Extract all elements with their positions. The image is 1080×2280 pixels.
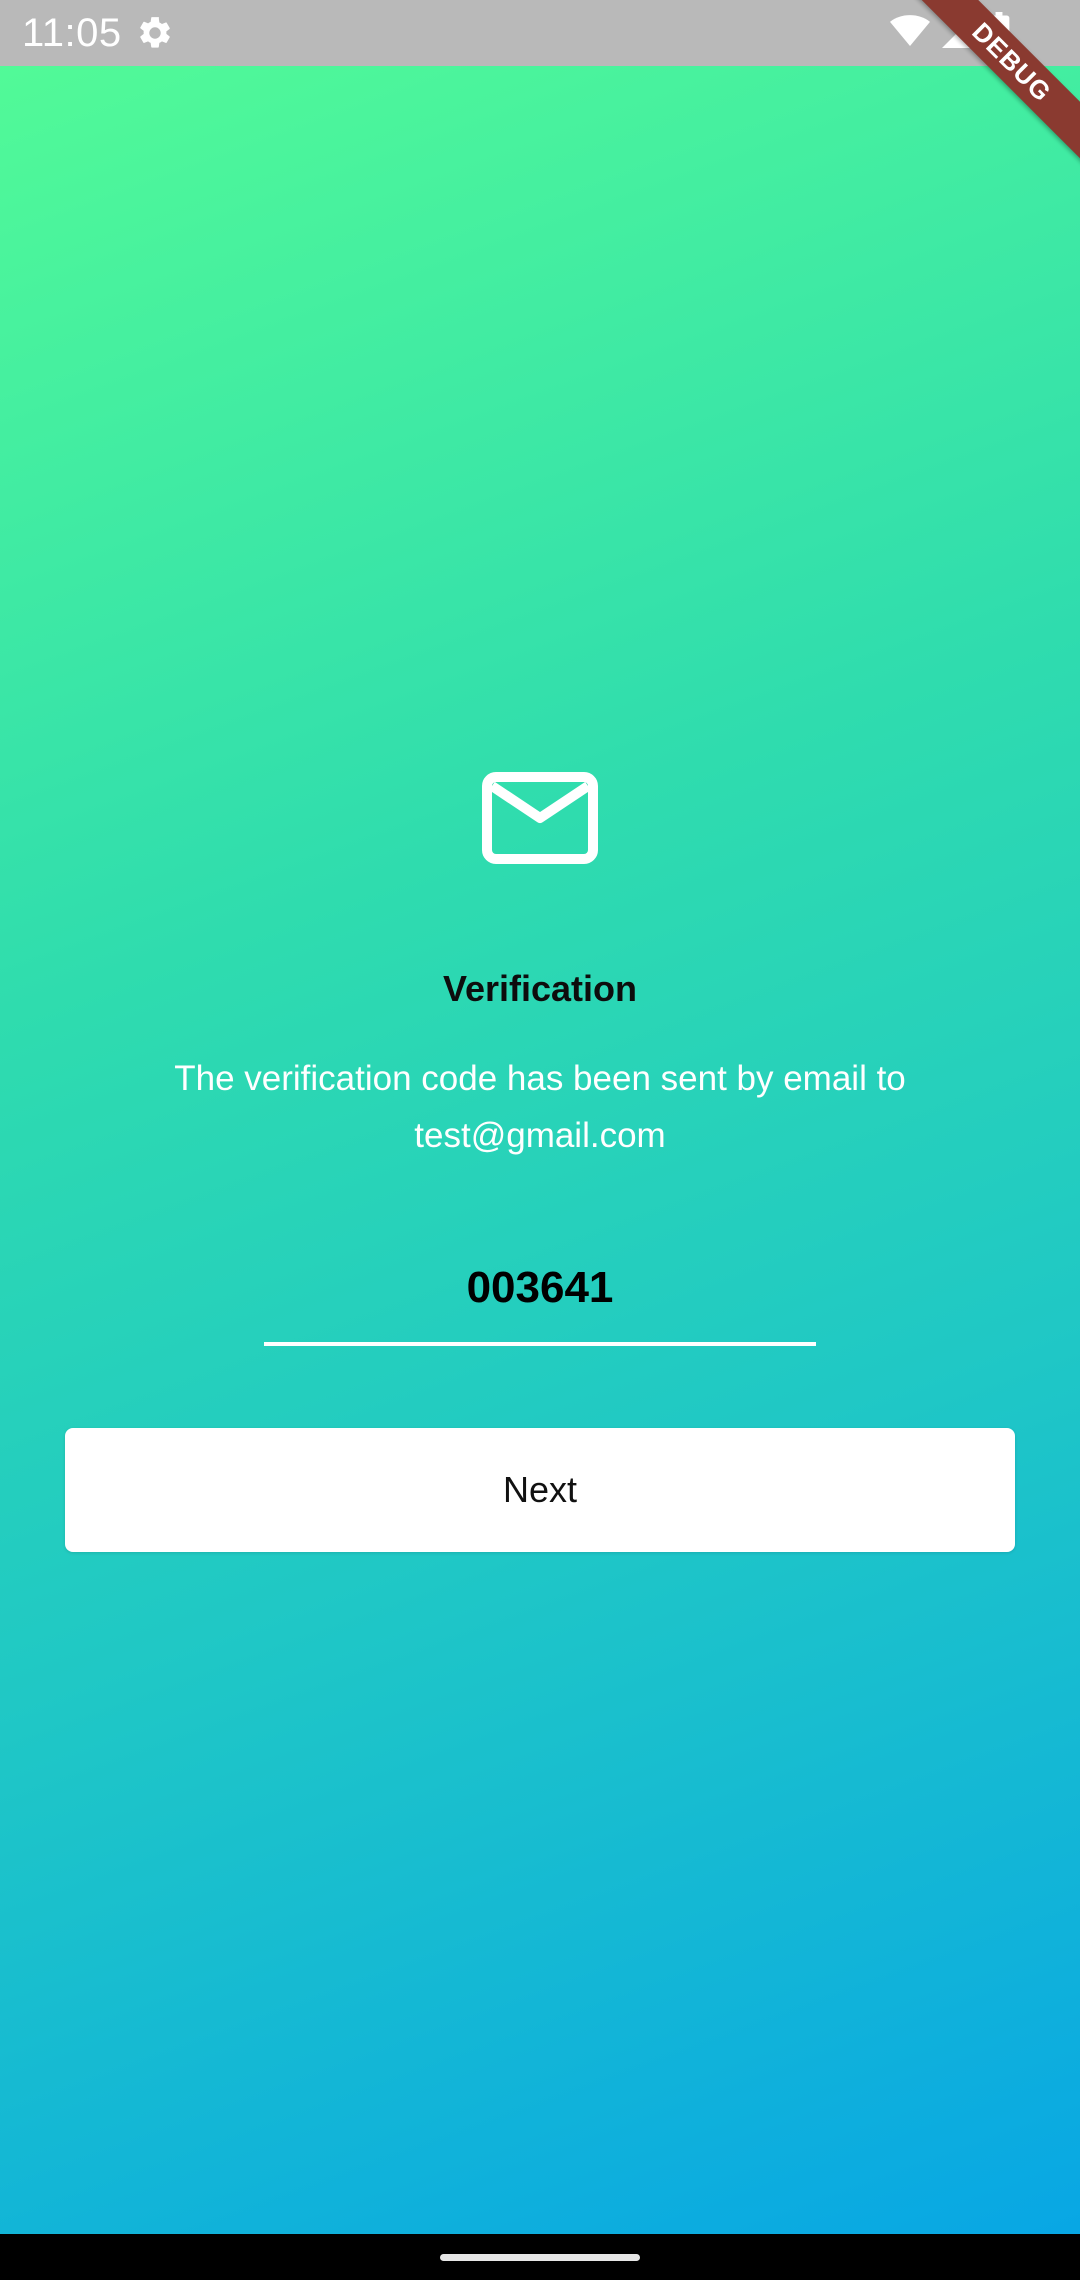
- navigation-bar: [0, 2234, 1080, 2280]
- verification-screen: 11:05 DEBUG Verification The verificatio…: [0, 0, 1080, 2280]
- debug-ribbon-label: DEBUG: [905, 0, 1080, 169]
- status-time: 11:05: [22, 11, 122, 55]
- debug-banner: DEBUG: [900, 0, 1080, 180]
- mail-icon: [482, 772, 598, 864]
- home-gesture-handle[interactable]: [440, 2254, 640, 2261]
- page-title: Verification: [442, 968, 638, 1009]
- next-button[interactable]: Next: [65, 1428, 1015, 1552]
- verification-code-input[interactable]: [264, 1234, 816, 1346]
- gear-icon: [136, 14, 174, 52]
- verification-message: The verification code has been sent by e…: [174, 1059, 906, 1155]
